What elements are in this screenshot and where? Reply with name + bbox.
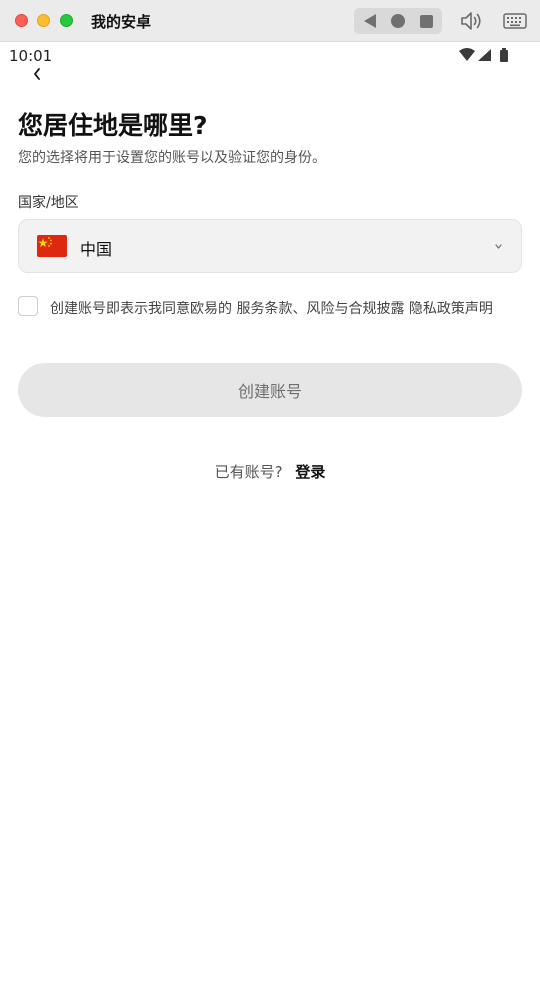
country-select[interactable]: 中国 <box>18 219 522 273</box>
create-account-button[interactable]: 创建账号 <box>18 363 522 417</box>
status-time: 10:01 <box>9 47 53 65</box>
close-window-button[interactable] <box>15 14 28 27</box>
region-label: 国家/地区 <box>18 195 79 211</box>
volume-button[interactable] <box>459 8 485 34</box>
android-recents-button[interactable] <box>412 8 440 34</box>
recents-square-icon <box>419 14 433 28</box>
android-nav-group <box>354 8 442 34</box>
agreement-checkbox[interactable] <box>18 296 38 316</box>
agreement-text: 创建账号即表示我同意欧易的 服务条款、风险与合规披露 隐私政策声明 <box>50 298 493 318</box>
battery-icon <box>500 48 508 62</box>
android-back-button[interactable] <box>356 8 384 34</box>
back-button[interactable] <box>28 64 46 84</box>
login-row: 已有账号? 登录 <box>0 461 540 482</box>
login-prompt: 已有账号? <box>214 463 283 481</box>
agreement-prefix: 创建账号即表示我同意欧易的 <box>50 301 232 317</box>
login-link[interactable]: 登录 <box>295 463 325 481</box>
cell-signal-icon <box>478 49 491 61</box>
china-flag-icon <box>37 235 67 257</box>
window-titlebar: 我的安卓 <box>0 0 540 42</box>
android-home-button[interactable] <box>384 8 412 34</box>
window-title: 我的安卓 <box>91 13 152 31</box>
speaker-icon <box>461 12 481 30</box>
page-title: 您居住地是哪里? <box>18 111 208 140</box>
zoom-window-button[interactable] <box>60 14 73 27</box>
country-value: 中国 <box>80 240 113 259</box>
minimize-window-button[interactable] <box>37 14 50 27</box>
privacy-link[interactable]: 隐私政策声明 <box>409 301 493 317</box>
keyboard-icon <box>503 13 527 29</box>
chevron-left-icon <box>34 68 40 80</box>
page-subtitle: 您的选择将用于设置您的账号以及验证您的身份。 <box>18 150 326 166</box>
wifi-icon <box>459 48 475 61</box>
home-circle-icon <box>391 14 405 28</box>
chevron-down-icon <box>495 244 502 249</box>
back-triangle-icon <box>364 14 376 28</box>
terms-link[interactable]: 服务条款、风险与合规披露 <box>236 301 404 317</box>
keyboard-button[interactable] <box>502 8 528 34</box>
status-icons <box>458 47 512 65</box>
